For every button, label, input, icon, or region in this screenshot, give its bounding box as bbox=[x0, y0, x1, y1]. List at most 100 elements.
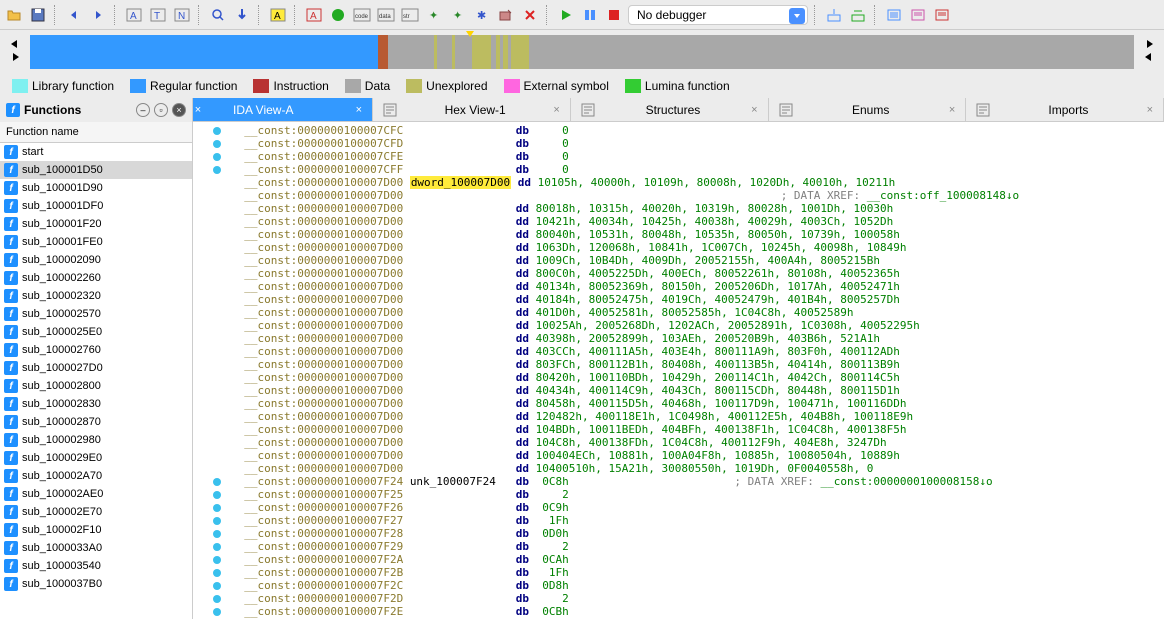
run-icon[interactable] bbox=[556, 5, 576, 25]
nav-segment[interactable] bbox=[511, 35, 529, 69]
function-item[interactable]: fsub_100001F20 bbox=[0, 215, 192, 233]
nav-segment[interactable] bbox=[472, 35, 492, 69]
breakpoint-bullet[interactable] bbox=[213, 504, 221, 512]
breakpoint-bullet[interactable] bbox=[213, 127, 221, 135]
breakpoint-bullet[interactable] bbox=[213, 582, 221, 590]
disasm-line[interactable]: __const:0000000100007F2C db 0D8h bbox=[213, 579, 1164, 592]
tab[interactable]: Hex View-1× bbox=[373, 98, 571, 121]
function-item[interactable]: fsub_100002320 bbox=[0, 287, 192, 305]
disasm-line[interactable]: __const:0000000100007D00 dword_100007D00… bbox=[213, 176, 1164, 189]
function-item[interactable]: fsub_100002760 bbox=[0, 341, 192, 359]
disasm-line[interactable]: __const:0000000100007D00 dd 80420h, 1001… bbox=[213, 371, 1164, 384]
function-item[interactable]: fsub_100002870 bbox=[0, 413, 192, 431]
tab-close-icon[interactable]: × bbox=[949, 104, 955, 116]
disasm-line[interactable]: __const:0000000100007F2B db 1Fh bbox=[213, 566, 1164, 579]
function-item[interactable]: fsub_1000029E0 bbox=[0, 449, 192, 467]
disasm-line[interactable]: __const:0000000100007D00 dd 40184h, 8005… bbox=[213, 293, 1164, 306]
nav-segment[interactable] bbox=[437, 35, 451, 69]
disasm-line[interactable]: __const:0000000100007D00 dd 10421h, 4003… bbox=[213, 215, 1164, 228]
disasm-line[interactable]: __const:0000000100007D00 dd 10025Ah, 200… bbox=[213, 319, 1164, 332]
function-item[interactable]: fsub_100001DF0 bbox=[0, 197, 192, 215]
function-item[interactable]: fsub_1000033A0 bbox=[0, 539, 192, 557]
star-icon[interactable]: ✱ bbox=[472, 5, 492, 25]
text-t-icon[interactable]: T bbox=[148, 5, 168, 25]
function-item[interactable]: fsub_100002A70 bbox=[0, 467, 192, 485]
tab[interactable]: Structures× bbox=[571, 98, 769, 121]
function-item[interactable]: fsub_100002830 bbox=[0, 395, 192, 413]
breakpoint-bullet[interactable] bbox=[213, 530, 221, 538]
disassembly-view[interactable]: __const:0000000100007CFC db 0 __const:00… bbox=[193, 122, 1164, 619]
list1-icon[interactable] bbox=[884, 5, 904, 25]
pause-icon[interactable] bbox=[580, 5, 600, 25]
function-item[interactable]: fsub_100002980 bbox=[0, 431, 192, 449]
plus1-icon[interactable]: ✦ bbox=[424, 5, 444, 25]
disasm-line[interactable]: __const:0000000100007D00 dd 40134h, 8005… bbox=[213, 280, 1164, 293]
disasm-line[interactable]: __const:0000000100007D00 dd 80040h, 1053… bbox=[213, 228, 1164, 241]
function-item[interactable]: fsub_100001D90 bbox=[0, 179, 192, 197]
forward-icon[interactable] bbox=[88, 5, 108, 25]
disasm-line[interactable]: __const:0000000100007F25 db 2 bbox=[213, 488, 1164, 501]
back-icon[interactable] bbox=[64, 5, 84, 25]
nav-segment[interactable] bbox=[388, 35, 434, 69]
nav-right2-icon[interactable] bbox=[1142, 39, 1156, 52]
green-circle-icon[interactable] bbox=[328, 5, 348, 25]
disasm-line[interactable]: __const:0000000100007CFC db 0 bbox=[213, 124, 1164, 137]
tab[interactable]: IDA View-A× bbox=[203, 98, 373, 121]
plus2-icon[interactable]: ✦ bbox=[448, 5, 468, 25]
disasm-line[interactable]: __const:0000000100007F29 db 2 bbox=[213, 540, 1164, 553]
function-item[interactable]: fsub_100001D50 bbox=[0, 161, 192, 179]
disasm-line[interactable]: __const:0000000100007F2D db 2 bbox=[213, 592, 1164, 605]
function-item[interactable]: fsub_100002E70 bbox=[0, 503, 192, 521]
function-item[interactable]: fsub_100002090 bbox=[0, 251, 192, 269]
disasm-line[interactable]: __const:0000000100007F26 db 0C9h bbox=[213, 501, 1164, 514]
edit-icon[interactable] bbox=[496, 5, 516, 25]
nav-right-icon[interactable] bbox=[8, 52, 22, 65]
function-item[interactable]: fstart bbox=[0, 143, 192, 161]
breakpoint-bullet[interactable] bbox=[213, 153, 221, 161]
search-icon[interactable] bbox=[208, 5, 228, 25]
nav-left2-icon[interactable] bbox=[1142, 52, 1156, 65]
disasm-line[interactable]: __const:0000000100007D00 dd 1063Dh, 1200… bbox=[213, 241, 1164, 254]
tab-close-icon[interactable]: × bbox=[553, 104, 559, 116]
disasm-line[interactable]: __const:0000000100007D00 dd 120482h, 400… bbox=[213, 410, 1164, 423]
function-item[interactable]: fsub_100002570 bbox=[0, 305, 192, 323]
tab-close-icon[interactable]: × bbox=[751, 104, 757, 116]
tab[interactable]: Imports× bbox=[966, 98, 1164, 121]
step-over-icon[interactable] bbox=[848, 5, 868, 25]
disasm-line[interactable]: __const:0000000100007D00 dd 800C0h, 4005… bbox=[213, 267, 1164, 280]
nav-left-icon[interactable] bbox=[8, 39, 22, 52]
breakpoint-bullet[interactable] bbox=[213, 166, 221, 174]
disasm-line[interactable]: __const:0000000100007F27 db 1Fh bbox=[213, 514, 1164, 527]
breakpoint-bullet[interactable] bbox=[213, 595, 221, 603]
function-item[interactable]: fsub_100002AE0 bbox=[0, 485, 192, 503]
highlight-icon[interactable]: A bbox=[268, 5, 288, 25]
stop-icon[interactable] bbox=[604, 5, 624, 25]
disasm-line[interactable]: __const:0000000100007D00 dd 104C8h, 4001… bbox=[213, 436, 1164, 449]
breakpoint-bullet[interactable] bbox=[213, 608, 221, 616]
disasm-line[interactable]: __const:0000000100007D00 dd 10400510h, 1… bbox=[213, 462, 1164, 475]
functions-list[interactable]: fstartfsub_100001D50fsub_100001D90fsub_1… bbox=[0, 143, 192, 619]
text-n-icon[interactable]: N bbox=[172, 5, 192, 25]
delete-icon[interactable] bbox=[520, 5, 540, 25]
disasm-line[interactable]: __const:0000000100007D00 ; DATA XREF: __… bbox=[213, 189, 1164, 202]
function-item[interactable]: fsub_100002260 bbox=[0, 269, 192, 287]
disasm-line[interactable]: __const:0000000100007F2E db 0CBh bbox=[213, 605, 1164, 618]
disasm-line[interactable]: __const:0000000100007F24 unk_100007F24 d… bbox=[213, 475, 1164, 488]
panel-min-icon[interactable]: – bbox=[136, 103, 150, 117]
functions-column-header[interactable]: Function name bbox=[0, 122, 192, 143]
data-icon[interactable]: data bbox=[376, 5, 396, 25]
disasm-line[interactable]: __const:0000000100007D00 dd 1009Ch, 10B4… bbox=[213, 254, 1164, 267]
breakpoint-bullet[interactable] bbox=[213, 556, 221, 564]
disasm-line[interactable]: __const:0000000100007F28 db 0D0h bbox=[213, 527, 1164, 540]
breakpoint-bullet[interactable] bbox=[213, 478, 221, 486]
breakpoint-bullet[interactable] bbox=[213, 543, 221, 551]
function-item[interactable]: fsub_100001FE0 bbox=[0, 233, 192, 251]
disasm-line[interactable]: __const:0000000100007D00 dd 80018h, 1031… bbox=[213, 202, 1164, 215]
nav-segment[interactable] bbox=[455, 35, 472, 69]
disasm-line[interactable]: __const:0000000100007D00 dd 104BDh, 1001… bbox=[213, 423, 1164, 436]
disasm-line[interactable]: __const:0000000100007CFE db 0 bbox=[213, 150, 1164, 163]
debugger-select[interactable]: No debugger bbox=[628, 5, 808, 25]
nav-segment[interactable] bbox=[30, 35, 378, 69]
breakpoint-bullet[interactable] bbox=[213, 569, 221, 577]
disasm-line[interactable]: __const:0000000100007D00 dd 100404ECh, 1… bbox=[213, 449, 1164, 462]
